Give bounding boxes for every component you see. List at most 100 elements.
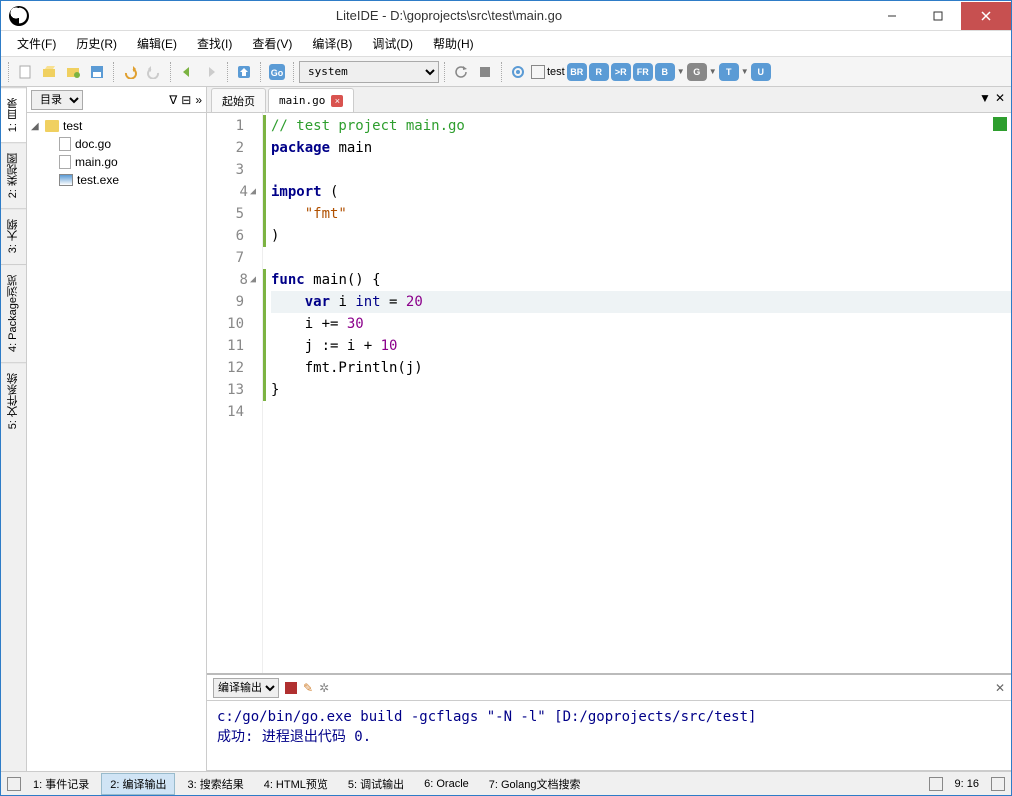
close-button[interactable] [961, 2, 1011, 30]
sync-icon[interactable]: ⊟ [181, 93, 191, 107]
vtab-filesystem[interactable]: 5: 文件系统 [1, 362, 26, 439]
tree-file-label: main.go [75, 155, 118, 169]
new-file-icon[interactable] [14, 61, 36, 83]
back-icon[interactable] [176, 61, 198, 83]
save-icon[interactable] [86, 61, 108, 83]
home-icon[interactable] [233, 61, 255, 83]
output-selector[interactable]: 编译输出 [213, 678, 279, 698]
status-tab-events[interactable]: 1: 事件记录 [25, 774, 97, 794]
stop-icon[interactable] [474, 61, 496, 83]
minimize-button[interactable] [869, 2, 915, 30]
menubar: 文件(F) 历史(R) 编辑(E) 查找(I) 查看(V) 编译(B) 调试(D… [1, 31, 1011, 57]
status-tab-doc[interactable]: 7: Golang文档搜索 [481, 774, 589, 794]
svg-text:Go: Go [271, 68, 284, 78]
menu-view[interactable]: 查看(V) [242, 31, 302, 56]
badge-b[interactable]: B [655, 63, 675, 81]
editor-tab-bar: 起始页 main.go × ▼ ✕ [207, 87, 1011, 113]
file-tree: ◢ test doc.go main.go test.exe [27, 113, 206, 193]
open-file-icon[interactable] [38, 61, 60, 83]
menu-build[interactable]: 编译(B) [302, 31, 362, 56]
tree-root[interactable]: ◢ test [31, 117, 202, 135]
clear-icon[interactable]: ✎ [303, 681, 313, 695]
badge-g[interactable]: G [687, 63, 707, 81]
statusbar-icon[interactable] [929, 777, 943, 791]
open-folder-icon[interactable] [62, 61, 84, 83]
gutter: 1234◢5678◢91011121314 [207, 113, 263, 673]
status-tab-html[interactable]: 4: HTML预览 [256, 774, 336, 794]
tab-close-all-icon[interactable]: ✕ [995, 91, 1005, 105]
vtab-directory[interactable]: 1: 目录 [1, 87, 26, 142]
status-tab-build[interactable]: 2: 编译输出 [101, 773, 175, 795]
toolbar: Go system test BR R >R FR B ▼ G ▼ T ▼ U [1, 57, 1011, 87]
menu-find[interactable]: 查找(I) [187, 31, 242, 56]
statusbar-icon[interactable] [991, 777, 1005, 791]
menu-file[interactable]: 文件(F) [7, 31, 66, 56]
badge-t[interactable]: T [719, 63, 739, 81]
stop-output-icon[interactable] [285, 682, 297, 694]
gear-icon[interactable] [507, 61, 529, 83]
code-lines[interactable]: // test project main.gopackage mainimpor… [263, 113, 1011, 673]
sidebar-selector[interactable]: 目录 [31, 90, 83, 110]
badge-r[interactable]: R [589, 63, 609, 81]
menu-help[interactable]: 帮助(H) [423, 31, 484, 56]
forward-icon[interactable] [200, 61, 222, 83]
tab-start-label: 起始页 [222, 93, 255, 109]
test-label: test [547, 66, 565, 78]
tab-main-label: main.go [279, 94, 325, 107]
badge-sr[interactable]: >R [611, 63, 631, 81]
dropdown-icon[interactable]: ▼ [677, 67, 685, 76]
badge-u[interactable]: U [751, 63, 771, 81]
badge-br[interactable]: BR [567, 63, 587, 81]
output-panel: 编译输出 ✎ ✲ ✕ c:/go/bin/go.exe build -gcfla… [207, 673, 1011, 771]
dropdown-icon[interactable]: ▼ [741, 67, 749, 76]
statusbar-icon[interactable] [7, 777, 21, 791]
vtab-outline[interactable]: 3: 大纲 [1, 208, 26, 263]
badge-fr[interactable]: FR [633, 63, 653, 81]
maximize-button[interactable] [915, 2, 961, 30]
file-icon [59, 155, 71, 169]
tree-file-doc[interactable]: doc.go [31, 135, 202, 153]
refresh-icon[interactable] [450, 61, 472, 83]
tab-start[interactable]: 起始页 [211, 88, 266, 112]
redo-icon[interactable] [143, 61, 165, 83]
go-icon[interactable]: Go [266, 61, 288, 83]
editor-area: 起始页 main.go × ▼ ✕ 1234◢5678◢91011121314 … [207, 87, 1011, 771]
dropdown-icon[interactable]: ▼ [709, 67, 717, 76]
sidebar: 目录 ∇ ⊟ » ◢ test doc.go main.go test.exe [27, 87, 207, 771]
more-icon[interactable]: » [195, 93, 202, 107]
window-title: LiteIDE - D:\goprojects\src\test\main.go [29, 8, 869, 23]
output-header: 编译输出 ✎ ✲ ✕ [207, 675, 1011, 701]
status-tab-debug[interactable]: 5: 调试输出 [340, 774, 412, 794]
collapse-icon[interactable]: ◢ [31, 121, 41, 132]
undo-icon[interactable] [119, 61, 141, 83]
code-editor[interactable]: 1234◢5678◢91011121314 // test project ma… [207, 113, 1011, 673]
vtab-classview[interactable]: 2: 类视图 [1, 142, 26, 208]
env-select[interactable]: system [299, 61, 439, 83]
tree-file-label: doc.go [75, 137, 111, 151]
test-checkbox[interactable] [531, 65, 545, 79]
status-tab-search[interactable]: 3: 搜索结果 [179, 774, 251, 794]
tab-main[interactable]: main.go × [268, 88, 354, 112]
change-marker [263, 115, 266, 247]
main-area: 1: 目录 2: 类视图 3: 大纲 4: Package浏览 5: 文件系统 … [1, 87, 1011, 771]
tree-file-main[interactable]: main.go [31, 153, 202, 171]
output-line: c:/go/bin/go.exe build -gcflags "-N -l" … [217, 707, 1001, 727]
titlebar: LiteIDE - D:\goprojects\src\test\main.go [1, 1, 1011, 31]
left-vertical-tabs: 1: 目录 2: 类视图 3: 大纲 4: Package浏览 5: 文件系统 [1, 87, 27, 771]
tab-close-icon[interactable]: × [331, 95, 343, 107]
tree-file-exe[interactable]: test.exe [31, 171, 202, 189]
menu-debug[interactable]: 调试(D) [362, 31, 423, 56]
tree-file-label: test.exe [77, 173, 119, 187]
change-marker [263, 269, 266, 401]
close-output-icon[interactable]: ✕ [995, 681, 1005, 695]
menu-edit[interactable]: 编辑(E) [127, 31, 187, 56]
menu-history[interactable]: 历史(R) [66, 31, 127, 56]
tab-menu-icon[interactable]: ▼ [979, 91, 991, 105]
vtab-package[interactable]: 4: Package浏览 [1, 264, 26, 362]
cursor-position: 9: 16 [947, 778, 987, 790]
tree-root-label: test [63, 119, 82, 133]
filter-icon[interactable]: ∇ [169, 93, 177, 107]
settings-icon[interactable]: ✲ [319, 681, 329, 695]
status-tab-oracle[interactable]: 6: Oracle [416, 776, 477, 792]
output-body[interactable]: c:/go/bin/go.exe build -gcflags "-N -l" … [207, 701, 1011, 771]
